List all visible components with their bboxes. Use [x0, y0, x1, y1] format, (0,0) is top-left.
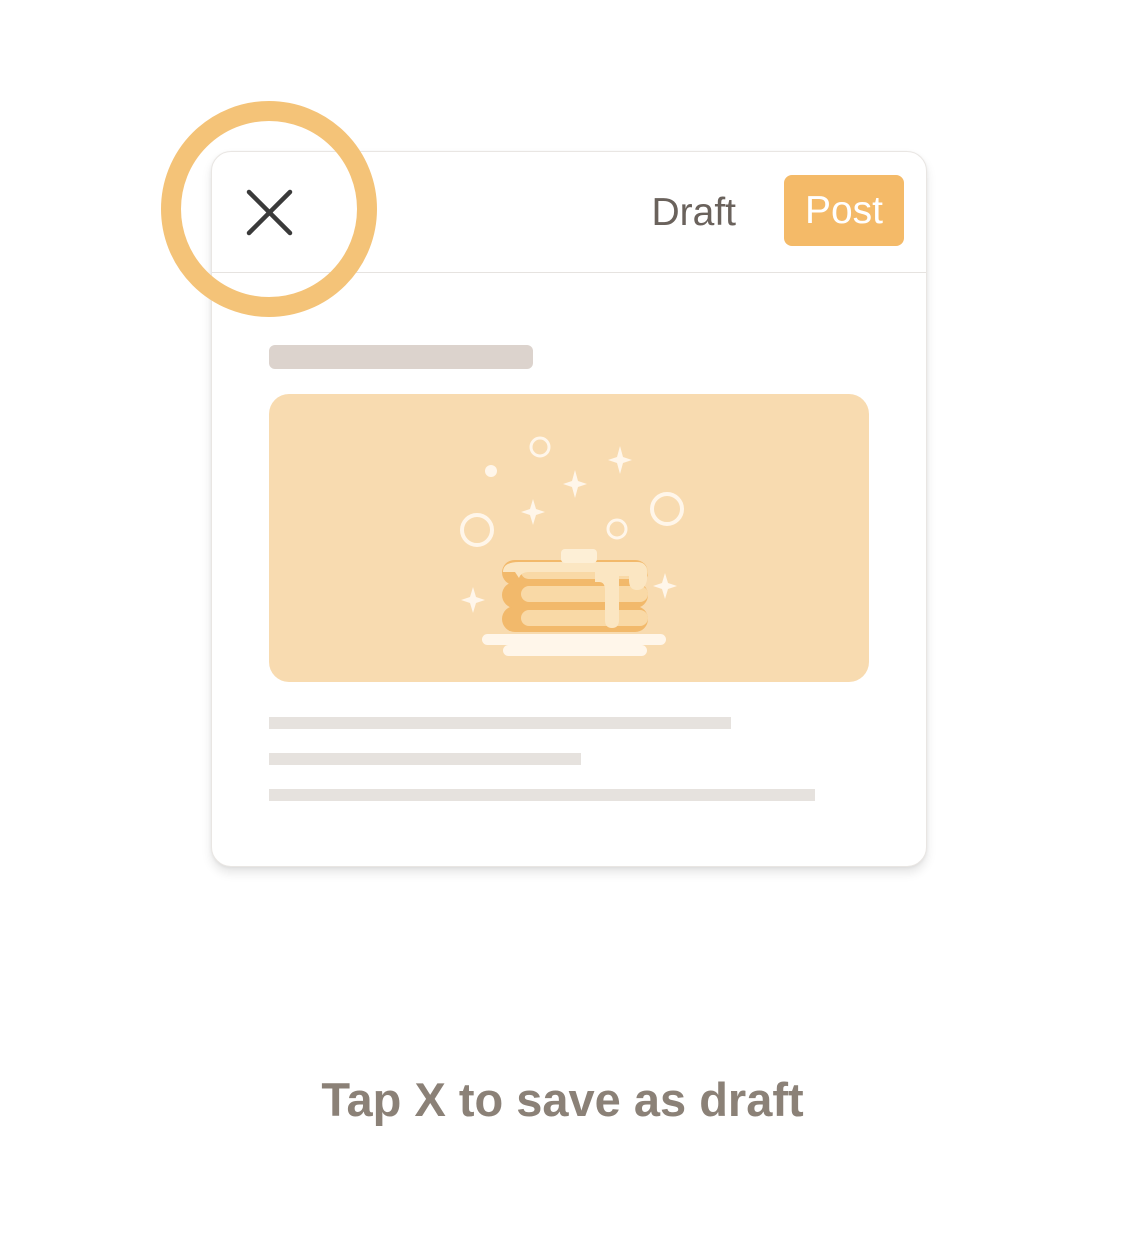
draft-button[interactable]: Draft [651, 188, 736, 238]
close-button[interactable] [240, 182, 300, 242]
text-line-placeholder [269, 717, 731, 729]
close-icon [246, 189, 293, 236]
post-button[interactable]: Post [784, 175, 904, 246]
image-placeholder [269, 394, 869, 682]
instruction-caption: Tap X to save as draft [321, 1073, 804, 1126]
editor-header: Draft Post [212, 152, 926, 273]
text-line-placeholder [269, 753, 581, 765]
post-editor-card: Draft Post [211, 151, 927, 867]
title-placeholder [269, 345, 533, 369]
text-line-placeholder [269, 789, 815, 801]
pancake-stack-icon [460, 436, 684, 656]
